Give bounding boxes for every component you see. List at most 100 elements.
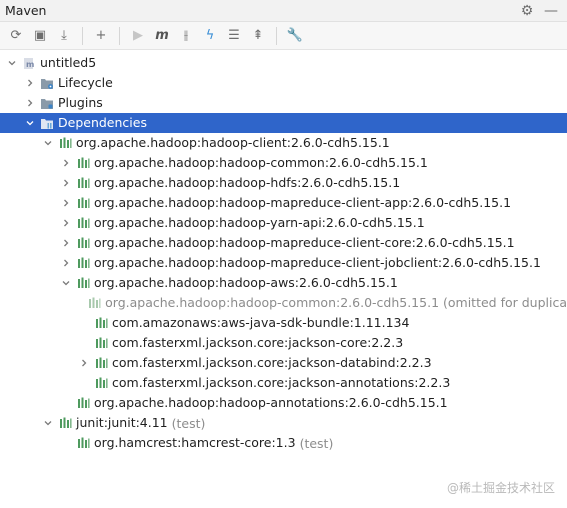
tree-node[interactable]: org.apache.hadoop:hadoop-client:2.6.0-cd… xyxy=(0,133,567,153)
maven-project-icon: m xyxy=(22,56,36,70)
tree-node[interactable]: org.hamcrest:hamcrest-core:1.3 (test) xyxy=(0,433,567,453)
chevron-right-icon[interactable] xyxy=(60,177,72,189)
tree-node-label: Dependencies xyxy=(58,115,147,130)
tree-node-label: org.hamcrest:hamcrest-core:1.3 xyxy=(94,435,296,450)
scope-label: (test) xyxy=(171,415,206,431)
chevron-right-icon[interactable] xyxy=(24,77,36,89)
tree-node-label: junit:junit:4.11 xyxy=(76,415,168,430)
chevron-right-icon[interactable] xyxy=(24,97,36,109)
settings-wrench-button[interactable]: 🔧 xyxy=(284,25,306,47)
tree-node[interactable]: Lifecycle xyxy=(0,73,567,93)
tree-node-label: org.apache.hadoop:hadoop-hdfs:2.6.0-cdh5… xyxy=(94,175,401,190)
tree-node-label: org.apache.hadoop:hadoop-yarn-api:2.6.0-… xyxy=(94,215,425,230)
tree-node[interactable]: Plugins xyxy=(0,93,567,113)
chevron-right-icon[interactable] xyxy=(60,197,72,209)
plugins-folder-icon xyxy=(40,96,54,110)
library-icon xyxy=(94,356,108,370)
chevron-down-icon[interactable] xyxy=(24,117,36,129)
library-icon xyxy=(76,176,90,190)
toolbar-separator xyxy=(276,26,277,45)
tree-node[interactable]: org.apache.hadoop:hadoop-mapreduce-clien… xyxy=(0,253,567,273)
settings-gear-icon[interactable]: ⚙ xyxy=(519,3,535,19)
toolbar-separator xyxy=(82,26,83,45)
tree-node[interactable]: com.amazonaws:aws-java-sdk-bundle:1.11.1… xyxy=(0,313,567,333)
tool-window-header: Maven ⚙ — xyxy=(0,0,567,22)
library-icon xyxy=(58,136,72,150)
execute-goal-button[interactable]: m xyxy=(151,25,173,47)
chevron-right-icon[interactable] xyxy=(60,217,72,229)
library-icon xyxy=(76,256,90,270)
library-icon xyxy=(76,436,90,450)
chevron-right-icon[interactable] xyxy=(60,237,72,249)
tree-node-label: Plugins xyxy=(58,95,103,110)
maven-project-tree: m untitled5 Lifecycle Plugins Dependencies or… xyxy=(0,50,567,508)
toolbar-separator xyxy=(119,26,120,45)
chevron-right-icon[interactable] xyxy=(60,157,72,169)
tree-node-label: com.amazonaws:aws-java-sdk-bundle:1.11.1… xyxy=(112,315,410,330)
tree-node-label: org.apache.hadoop:hadoop-common:2.6.0-cd… xyxy=(105,295,567,310)
run-button[interactable]: ▶ xyxy=(127,25,149,47)
chevron-right-icon[interactable] xyxy=(78,357,90,369)
library-icon xyxy=(76,396,90,410)
tree-node-selected[interactable]: Dependencies xyxy=(0,113,567,133)
reload-button[interactable]: ⟳ xyxy=(5,25,27,47)
chevron-down-icon[interactable] xyxy=(42,417,54,429)
tree-node[interactable]: com.fasterxml.jackson.core:jackson-annot… xyxy=(0,373,567,393)
chevron-down-icon[interactable] xyxy=(60,277,72,289)
add-button[interactable]: + xyxy=(90,25,112,47)
tree-node-label: com.fasterxml.jackson.core:jackson-core:… xyxy=(112,335,404,350)
tree-node[interactable]: junit:junit:4.11 (test) xyxy=(0,413,567,433)
library-icon xyxy=(76,156,90,170)
svg-text:m: m xyxy=(26,60,34,69)
tree-node[interactable]: m untitled5 xyxy=(0,53,567,73)
tree-node[interactable]: org.apache.hadoop:hadoop-mapreduce-clien… xyxy=(0,193,567,213)
tree-node-label: org.apache.hadoop:hadoop-common:2.6.0-cd… xyxy=(94,155,428,170)
generate-sources-button[interactable]: ▣ xyxy=(29,25,51,47)
tree-node-label: Lifecycle xyxy=(58,75,113,90)
tree-node[interactable]: org.apache.hadoop:hadoop-common:2.6.0-cd… xyxy=(0,153,567,173)
collapse-all-button[interactable]: ⇞ xyxy=(247,25,269,47)
chevron-right-icon[interactable] xyxy=(60,257,72,269)
library-icon xyxy=(76,196,90,210)
maven-toolbar: ⟳ ▣ ⤓ + ▶ m ⫲ ϟ ☰ ⇞ 🔧 xyxy=(0,22,567,50)
scope-label: (test) xyxy=(299,435,334,451)
tree-node[interactable]: com.fasterxml.jackson.core:jackson-core:… xyxy=(0,333,567,353)
library-icon xyxy=(76,216,90,230)
chevron-down-icon[interactable] xyxy=(6,57,18,69)
toggle-offline-button[interactable]: ⫲ xyxy=(175,25,197,47)
watermark-text: @稀土掘金技术社区 xyxy=(446,481,555,495)
chevron-down-icon[interactable] xyxy=(42,137,54,149)
library-icon xyxy=(76,236,90,250)
tree-node[interactable]: org.apache.hadoop:hadoop-aws:2.6.0-cdh5.… xyxy=(0,273,567,293)
tree-node-label: org.apache.hadoop:hadoop-mapreduce-clien… xyxy=(94,195,512,210)
tool-window-title: Maven xyxy=(5,3,47,18)
skip-tests-button[interactable]: ϟ xyxy=(199,25,221,47)
library-icon xyxy=(58,416,72,430)
minimize-icon[interactable]: — xyxy=(543,3,559,19)
dependencies-folder-icon xyxy=(40,116,54,130)
tree-node-label: org.apache.hadoop:hadoop-client:2.6.0-cd… xyxy=(76,135,390,150)
tree-node-label: com.fasterxml.jackson.core:jackson-annot… xyxy=(112,375,451,390)
tree-node[interactable]: org.apache.hadoop:hadoop-mapreduce-clien… xyxy=(0,233,567,253)
tree-node[interactable]: com.fasterxml.jackson.core:jackson-datab… xyxy=(0,353,567,373)
tree-node-label: org.apache.hadoop:hadoop-aws:2.6.0-cdh5.… xyxy=(94,275,398,290)
library-icon xyxy=(76,276,90,290)
library-icon xyxy=(94,376,108,390)
tree-node[interactable]: org.apache.hadoop:hadoop-common:2.6.0-cd… xyxy=(0,293,567,313)
download-button[interactable]: ⤓ xyxy=(53,25,75,47)
library-icon xyxy=(88,296,101,310)
tree-node-label: untitled5 xyxy=(40,55,97,70)
tree-node-label: org.apache.hadoop:hadoop-annotations:2.6… xyxy=(94,395,448,410)
tree-node[interactable]: org.apache.hadoop:hadoop-annotations:2.6… xyxy=(0,393,567,413)
show-dependencies-button[interactable]: ☰ xyxy=(223,25,245,47)
header-actions: ⚙ — xyxy=(519,3,567,19)
tree-node[interactable]: org.apache.hadoop:hadoop-yarn-api:2.6.0-… xyxy=(0,213,567,233)
tree-node-label: com.fasterxml.jackson.core:jackson-datab… xyxy=(112,355,432,370)
tree-node[interactable]: org.apache.hadoop:hadoop-hdfs:2.6.0-cdh5… xyxy=(0,173,567,193)
